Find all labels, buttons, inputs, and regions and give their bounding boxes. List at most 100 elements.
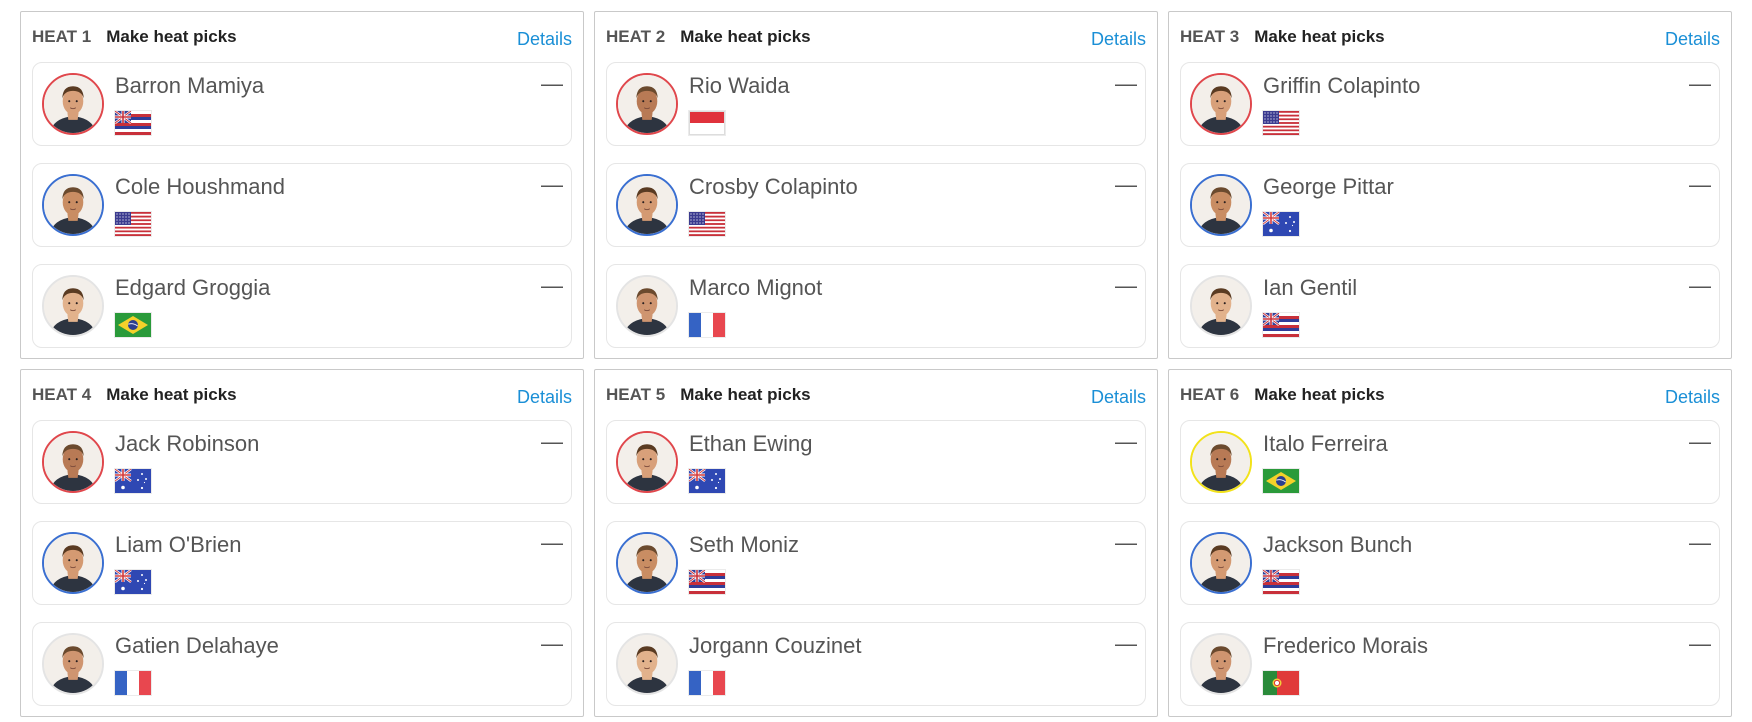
surfer-name: Crosby Colapinto bbox=[689, 174, 858, 199]
pick-indicator: — bbox=[541, 273, 563, 298]
surfer-name: Jorgann Couzinet bbox=[689, 633, 862, 658]
country-flag-icon bbox=[1263, 111, 1299, 135]
heat-card: HEAT 1 Make heat picks Details Barron Ma… bbox=[20, 11, 584, 359]
heat-label: HEAT 1 bbox=[32, 27, 92, 46]
heat-header: HEAT 6 Make heat picks Details bbox=[1180, 370, 1720, 420]
surfer-avatar bbox=[616, 633, 678, 695]
surfer-avatar bbox=[42, 275, 104, 337]
surfer-avatar bbox=[42, 532, 104, 594]
surfer-name: Ian Gentil bbox=[1263, 275, 1358, 300]
surfer-row[interactable]: Gatien Delahaye — bbox=[32, 622, 572, 706]
surfer-row[interactable]: Jack Robinson — bbox=[32, 420, 572, 504]
country-flag-icon bbox=[689, 313, 725, 337]
surfer-row[interactable]: Barron Mamiya — bbox=[32, 62, 572, 146]
surfer-avatar bbox=[616, 73, 678, 135]
surfer-avatar bbox=[1190, 174, 1252, 236]
surfer-avatar bbox=[616, 275, 678, 337]
heat-header: HEAT 2 Make heat picks Details bbox=[606, 12, 1146, 62]
surfer-row[interactable]: Jorgann Couzinet — bbox=[606, 622, 1146, 706]
surfer-row[interactable]: Griffin Colapinto — bbox=[1180, 62, 1720, 146]
surfer-name: George Pittar bbox=[1263, 174, 1394, 199]
surfer-row[interactable]: Italo Ferreira — bbox=[1180, 420, 1720, 504]
heat-header: HEAT 3 Make heat picks Details bbox=[1180, 12, 1720, 62]
heat-title[interactable]: Make heat picks bbox=[1254, 385, 1384, 405]
surfer-row[interactable]: Ethan Ewing — bbox=[606, 420, 1146, 504]
country-flag-icon bbox=[689, 111, 725, 135]
surfer-row[interactable]: Ian Gentil — bbox=[1180, 264, 1720, 348]
surfer-name: Jack Robinson bbox=[115, 431, 260, 456]
surfer-name: Griffin Colapinto bbox=[1263, 73, 1421, 98]
pick-indicator: — bbox=[1115, 429, 1137, 454]
surfer-row[interactable]: Rio Waida — bbox=[606, 62, 1146, 146]
pick-indicator: — bbox=[1689, 631, 1711, 656]
surfer-row[interactable]: Edgard Groggia — bbox=[32, 264, 572, 348]
pick-indicator: — bbox=[1689, 429, 1711, 454]
heat-title[interactable]: Make heat picks bbox=[106, 385, 236, 405]
heat-title[interactable]: Make heat picks bbox=[680, 385, 810, 405]
pick-indicator: — bbox=[1689, 273, 1711, 298]
country-flag-icon bbox=[115, 469, 151, 493]
surfer-avatar bbox=[42, 633, 104, 695]
surfer-row[interactable]: Marco Mignot — bbox=[606, 264, 1146, 348]
surfer-name: Edgard Groggia bbox=[115, 275, 271, 300]
pick-indicator: — bbox=[1115, 631, 1137, 656]
heat-card: HEAT 6 Make heat picks Details Italo Fer… bbox=[1168, 369, 1732, 717]
details-link[interactable]: Details bbox=[517, 29, 572, 50]
details-link[interactable]: Details bbox=[1091, 387, 1146, 408]
country-flag-icon bbox=[1263, 671, 1299, 695]
pick-indicator: — bbox=[1115, 530, 1137, 555]
surfer-row[interactable]: Cole Houshmand — bbox=[32, 163, 572, 247]
heat-title[interactable]: Make heat picks bbox=[680, 27, 810, 47]
heat-header: HEAT 1 Make heat picks Details bbox=[32, 12, 572, 62]
heat-card: HEAT 2 Make heat picks Details Rio Waida… bbox=[594, 11, 1158, 359]
pick-indicator: — bbox=[1115, 172, 1137, 197]
surfer-avatar bbox=[1190, 633, 1252, 695]
surfer-row[interactable]: Crosby Colapinto — bbox=[606, 163, 1146, 247]
surfer-name: Marco Mignot bbox=[689, 275, 823, 300]
heat-label: HEAT 3 bbox=[1180, 27, 1240, 46]
surfer-avatar bbox=[1190, 275, 1252, 337]
surfer-avatar bbox=[1190, 73, 1252, 135]
heat-label: HEAT 5 bbox=[606, 385, 666, 404]
details-link[interactable]: Details bbox=[1665, 29, 1720, 50]
surfer-name: Liam O'Brien bbox=[115, 532, 242, 557]
country-flag-icon bbox=[115, 570, 151, 594]
surfer-row[interactable]: Jackson Bunch — bbox=[1180, 521, 1720, 605]
surfer-row[interactable]: George Pittar — bbox=[1180, 163, 1720, 247]
surfer-row[interactable]: Seth Moniz — bbox=[606, 521, 1146, 605]
country-flag-icon bbox=[1263, 469, 1299, 493]
country-flag-icon bbox=[689, 570, 725, 594]
surfer-avatar bbox=[616, 174, 678, 236]
country-flag-icon bbox=[1263, 313, 1299, 337]
country-flag-icon bbox=[1263, 570, 1299, 594]
surfer-name: Italo Ferreira bbox=[1263, 431, 1388, 456]
surfer-row[interactable]: Frederico Morais — bbox=[1180, 622, 1720, 706]
surfer-avatar bbox=[42, 431, 104, 493]
heat-header: HEAT 4 Make heat picks Details bbox=[32, 370, 572, 420]
heat-label: HEAT 4 bbox=[32, 385, 92, 404]
surfer-name: Frederico Morais bbox=[1263, 633, 1429, 658]
surfer-avatar bbox=[616, 532, 678, 594]
surfer-name: Jackson Bunch bbox=[1263, 532, 1413, 557]
surfer-row[interactable]: Liam O'Brien — bbox=[32, 521, 572, 605]
pick-indicator: — bbox=[1689, 71, 1711, 96]
heat-card: HEAT 4 Make heat picks Details Jack Robi… bbox=[20, 369, 584, 717]
details-link[interactable]: Details bbox=[517, 387, 572, 408]
heats-grid: HEAT 1 Make heat picks Details Barron Ma… bbox=[20, 11, 1732, 717]
surfer-name: Seth Moniz bbox=[689, 532, 800, 557]
surfer-name: Cole Houshmand bbox=[115, 174, 285, 199]
surfer-avatar bbox=[616, 431, 678, 493]
pick-indicator: — bbox=[541, 631, 563, 656]
heat-card: HEAT 3 Make heat picks Details Griffin C… bbox=[1168, 11, 1732, 359]
heat-label: HEAT 2 bbox=[606, 27, 666, 46]
details-link[interactable]: Details bbox=[1091, 29, 1146, 50]
pick-indicator: — bbox=[1115, 71, 1137, 96]
country-flag-icon bbox=[689, 671, 725, 695]
country-flag-icon bbox=[689, 469, 725, 493]
surfer-avatar bbox=[1190, 431, 1252, 493]
pick-indicator: — bbox=[1115, 273, 1137, 298]
heat-title[interactable]: Make heat picks bbox=[106, 27, 236, 47]
details-link[interactable]: Details bbox=[1665, 387, 1720, 408]
pick-indicator: — bbox=[541, 429, 563, 454]
heat-title[interactable]: Make heat picks bbox=[1254, 27, 1384, 47]
